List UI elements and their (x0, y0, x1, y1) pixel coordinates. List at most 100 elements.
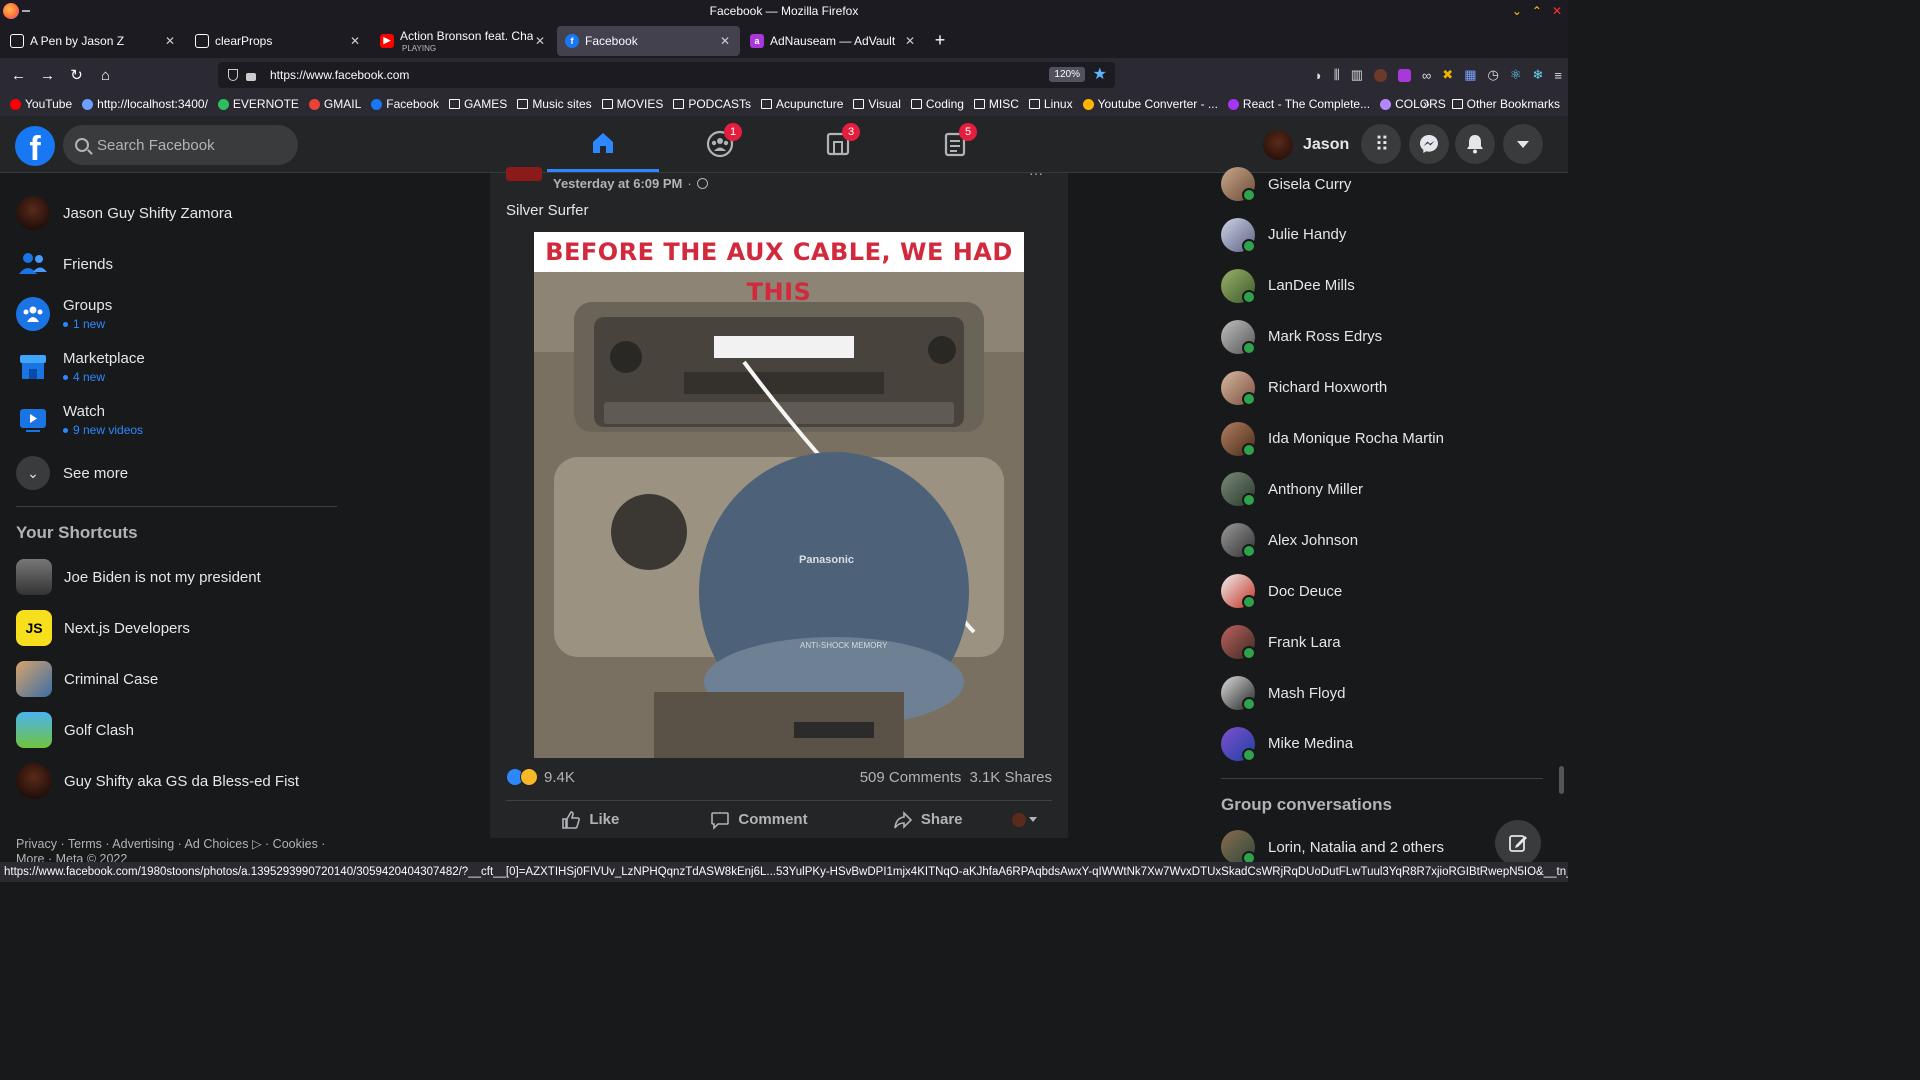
bookmark-item[interactable]: GAMES (448, 97, 507, 111)
messenger-button[interactable] (1409, 124, 1449, 164)
sidebar-icon[interactable]: ▥ (1351, 67, 1363, 83)
shortcut-item[interactable]: Criminal Case (16, 661, 158, 697)
contact-item[interactable]: Richard Hoxworth (1221, 370, 1387, 406)
bookmark-item[interactable]: Music sites (517, 97, 592, 111)
shares-count[interactable]: 3.1K Shares (969, 769, 1052, 786)
bookmark-item[interactable]: Linux (1028, 97, 1073, 111)
share-button[interactable]: Share (843, 803, 1012, 837)
grid-extension-icon[interactable]: ▦ (1464, 67, 1476, 83)
nav-pages[interactable]: 5 (899, 116, 1011, 172)
library-icon[interactable]: ⫼ (1334, 67, 1340, 83)
other-bookmarks[interactable]: Other Bookmarks (1451, 97, 1560, 111)
comments-count[interactable]: 509 Comments (860, 769, 962, 786)
sidebar-item-watch[interactable]: Watch 9 new videos (16, 403, 143, 437)
post-photo[interactable]: BEFORE THE AUX CABLE, WE HAD THIS Panaso… (534, 232, 1024, 758)
bookmark-item[interactable]: Acupuncture (761, 97, 843, 111)
facebook-logo-icon[interactable]: f (15, 126, 55, 166)
reaction-count[interactable]: 9.4K (544, 769, 575, 786)
contact-item[interactable]: Mash Floyd (1221, 676, 1346, 711)
account-button[interactable] (1503, 124, 1543, 164)
close-window-icon[interactable]: ✕ (1552, 0, 1562, 23)
close-tab-icon[interactable]: ✕ (903, 34, 917, 48)
back-arrow-icon[interactable]: ← (4, 67, 33, 84)
tab-codepen-pen[interactable]: A Pen by Jason Z ✕ (2, 26, 185, 56)
tab-clearprops[interactable]: clearProps ✕ (187, 26, 370, 56)
bookmark-item[interactable]: PODCASTs (673, 97, 751, 111)
close-tab-icon[interactable]: ✕ (718, 34, 732, 48)
post-timestamp[interactable]: Yesterday at 6:09 PM (553, 176, 682, 191)
reaction-audience-selector[interactable] (1012, 812, 1052, 827)
search-input[interactable] (97, 136, 277, 154)
extension-avatar-icon[interactable] (1374, 68, 1388, 82)
minimize-menu-icon[interactable] (22, 10, 30, 12)
react-devtools-icon[interactable]: ⚛ (1510, 67, 1522, 83)
contact-item[interactable]: LanDee Mills (1221, 268, 1355, 304)
comment-button[interactable]: Comment (675, 803, 844, 837)
close-tab-icon[interactable]: ✕ (533, 34, 547, 48)
close-tab-icon[interactable]: ✕ (348, 34, 362, 48)
nav-home[interactable] (547, 116, 659, 172)
menu-button[interactable]: ⠿ (1361, 124, 1401, 164)
haha-reaction-icon[interactable] (520, 768, 538, 786)
new-tab-button[interactable]: + (925, 30, 955, 51)
sidebar-item-marketplace[interactable]: Marketplace 4 new (16, 350, 145, 384)
notifications-button[interactable] (1455, 124, 1495, 164)
bookmark-item[interactable]: Visual (853, 97, 901, 111)
bookmark-item[interactable]: YouTube (10, 97, 72, 111)
tab-adnauseam[interactable]: a AdNauseam — AdVault ✕ (742, 26, 925, 56)
shortcut-item[interactable]: Joe Biden is not my president (16, 559, 261, 595)
bookmark-item[interactable]: React - The Complete... (1227, 97, 1370, 111)
contact-item[interactable]: Mark Ross Edrys (1221, 319, 1382, 355)
tab-facebook[interactable]: f Facebook ✕ (557, 25, 740, 56)
zoom-level-badge[interactable]: 120% (1049, 67, 1085, 82)
shortcut-item[interactable]: JS Next.js Developers (16, 610, 190, 646)
group-conversation-item[interactable]: Lorin, Natalia and 2 others (1221, 830, 1444, 865)
contact-item[interactable]: Ida Monique Rocha Martin (1221, 421, 1444, 457)
bookmark-item[interactable]: GMAIL (308, 97, 361, 111)
nav-groups[interactable]: 1 (664, 116, 776, 172)
close-tab-icon[interactable]: ✕ (163, 34, 177, 48)
tab-youtube-playing[interactable]: ▶ Action Bronson feat. Chanc PLAYING ✕ (372, 26, 555, 56)
new-message-button[interactable] (1495, 820, 1541, 866)
page-avatar[interactable] (506, 167, 542, 181)
home-icon[interactable]: ⌂ (91, 67, 120, 84)
hamburger-menu-icon[interactable]: ≡ (1554, 68, 1562, 83)
chevron-right-icon[interactable]: » (1423, 97, 1430, 111)
lock-icon[interactable] (246, 73, 256, 81)
see-more-button[interactable]: ⌄ See more (16, 456, 128, 490)
bookmark-item[interactable]: EVERNOTE (217, 97, 299, 111)
bookmark-item[interactable]: MOVIES (601, 97, 663, 111)
shortcut-item[interactable]: Guy Shifty aka GS da Bless-ed Fist (16, 763, 299, 799)
nav-marketplace[interactable]: 3 (782, 116, 894, 172)
like-button[interactable]: Like (506, 803, 675, 837)
tools-extension-icon[interactable]: ✖ (1442, 67, 1453, 83)
contact-item[interactable]: Alex Johnson (1221, 523, 1358, 559)
bookmark-item[interactable]: Coding (910, 97, 964, 111)
bookmark-star-icon[interactable]: ★ (1093, 64, 1107, 84)
snowflake-extension-icon[interactable]: ❄ (1533, 67, 1544, 83)
sidebar-item-profile[interactable]: Jason Guy Shifty Zamora (16, 196, 232, 230)
sidebar-item-friends[interactable]: Friends (16, 247, 113, 281)
page-scrollbar[interactable] (1559, 766, 1564, 794)
profile-chip[interactable]: Jason (1263, 128, 1349, 162)
contact-item[interactable]: Anthony Miller (1221, 472, 1363, 508)
chevron-up-icon[interactable]: ⌃ (1532, 0, 1542, 23)
bookmark-item[interactable]: http://localhost:3400/ (82, 97, 208, 111)
adnauseam-extension-icon[interactable] (1398, 68, 1412, 82)
chevron-down-icon[interactable]: ⌄ (1512, 0, 1522, 23)
pocket-icon[interactable]: ◗ (1315, 68, 1323, 83)
url-text[interactable]: https://www.facebook.com (270, 68, 409, 82)
shortcut-item[interactable]: Golf Clash (16, 712, 134, 748)
forward-arrow-icon[interactable]: → (33, 67, 62, 84)
search-box[interactable] (63, 125, 298, 165)
bookmark-item[interactable]: Facebook (371, 97, 439, 111)
bookmark-item[interactable]: Youtube Converter - ... (1082, 97, 1218, 111)
tracking-shield-icon[interactable] (228, 69, 238, 81)
address-bar[interactable]: https://www.facebook.com 120% ★ (218, 62, 1115, 88)
bookmark-item[interactable]: MISC (973, 97, 1019, 111)
glasses-extension-icon[interactable]: ∞ (1422, 68, 1431, 83)
post-options-icon[interactable]: ··· (1029, 165, 1043, 181)
contact-item[interactable]: Frank Lara (1221, 625, 1341, 661)
contact-item[interactable]: Gisela Curry (1221, 167, 1351, 202)
contact-item[interactable]: Doc Deuce (1221, 574, 1342, 610)
